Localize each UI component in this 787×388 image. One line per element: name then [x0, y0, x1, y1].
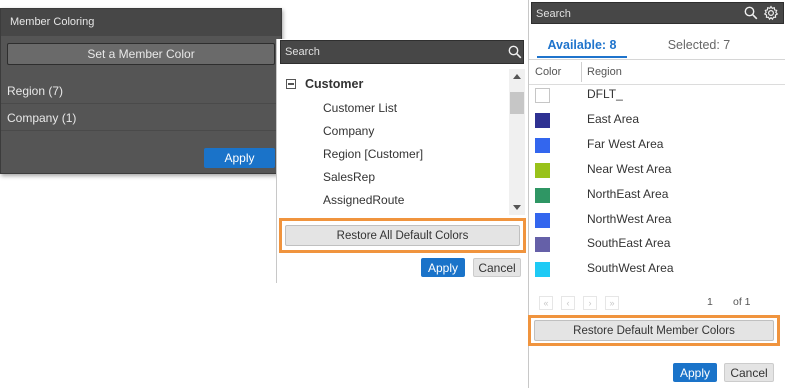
search-input[interactable] — [285, 44, 485, 60]
tree-item-assignedroute[interactable]: AssignedRoute — [323, 193, 404, 211]
search-box — [531, 2, 784, 24]
list-item[interactable]: NorthWest Area — [529, 209, 769, 234]
next-page-icon[interactable]: › — [583, 296, 597, 310]
region-name: Far West Area — [587, 137, 664, 151]
color-swatch[interactable] — [535, 138, 550, 153]
search-icon[interactable] — [744, 6, 758, 20]
color-swatch[interactable] — [535, 113, 550, 128]
tree-item-company[interactable]: Company — [323, 124, 374, 142]
member-coloring-panel: Member Coloring Set a Member Color Regio… — [0, 8, 282, 174]
member-group-region[interactable]: Region (7) — [1, 78, 281, 104]
tab-bar: Available: 8 Selected: 7 — [529, 32, 785, 60]
region-name: SouthWest Area — [587, 261, 674, 275]
color-swatch[interactable] — [535, 213, 550, 228]
tab-available[interactable]: Available: 8 — [537, 36, 627, 58]
apply-button[interactable]: Apply — [673, 363, 717, 382]
region-name: NorthEast Area — [587, 187, 669, 201]
list-item[interactable]: SouthWest Area — [529, 258, 769, 283]
apply-button[interactable]: Apply — [204, 148, 275, 168]
color-swatch[interactable] — [535, 188, 550, 203]
last-page-icon[interactable]: » — [605, 296, 619, 310]
color-swatch[interactable] — [535, 163, 550, 178]
list-item[interactable]: DFLT_ — [529, 84, 769, 109]
tab-selected[interactable]: Selected: 7 — [659, 36, 739, 58]
first-page-icon[interactable]: « — [539, 296, 553, 310]
apply-button[interactable]: Apply — [421, 258, 465, 277]
restore-default-member-colors-button[interactable]: Restore Default Member Colors — [534, 320, 774, 341]
restore-all-highlight: Restore All Default Colors — [279, 218, 526, 253]
background-header-remnant — [300, 27, 500, 31]
list-item[interactable]: Far West Area — [529, 134, 769, 159]
gear-icon[interactable] — [763, 5, 779, 21]
region-name: DFLT_ — [587, 87, 623, 101]
field-picker-panel: Customer Customer List Company Region [C… — [276, 39, 527, 283]
page-count: of 1 — [733, 296, 751, 308]
column-header-color: Color — [535, 66, 562, 78]
collapse-icon[interactable] — [286, 79, 296, 89]
region-name: East Area — [587, 112, 640, 126]
tree-item-region[interactable]: Region [Customer] — [323, 147, 423, 165]
list-item[interactable]: NorthEast Area — [529, 184, 769, 209]
cancel-button[interactable]: Cancel — [724, 363, 774, 382]
restore-all-default-colors-button[interactable]: Restore All Default Colors — [285, 225, 520, 246]
search-icon[interactable] — [508, 45, 522, 59]
list-item[interactable]: East Area — [529, 109, 769, 134]
tree-item-customer-list[interactable]: Customer List — [323, 101, 397, 119]
scroll-thumb[interactable] — [510, 92, 524, 114]
panel-title: Member Coloring — [1, 9, 281, 36]
prev-page-icon[interactable]: ‹ — [561, 296, 575, 310]
member-group-company[interactable]: Company (1) — [1, 105, 281, 131]
color-swatch[interactable] — [535, 88, 550, 103]
scroll-down-icon[interactable] — [513, 205, 521, 210]
pagination: « ‹ › » 1 of 1 — [537, 296, 777, 310]
column-header-region: Region — [587, 66, 622, 78]
page-number[interactable]: 1 — [707, 296, 713, 308]
color-swatch[interactable] — [535, 237, 550, 252]
color-swatch[interactable] — [535, 262, 550, 277]
search-box — [280, 40, 524, 64]
column-divider[interactable] — [581, 62, 582, 82]
list-item[interactable]: SouthEast Area — [529, 233, 769, 258]
cancel-button[interactable]: Cancel — [473, 258, 521, 277]
vertical-scrollbar[interactable] — [509, 69, 525, 215]
set-member-color-button[interactable]: Set a Member Color — [7, 43, 275, 65]
search-input[interactable] — [536, 6, 736, 22]
list-item[interactable]: Near West Area — [529, 159, 769, 184]
region-name: SouthEast Area — [587, 236, 671, 250]
restore-member-highlight: Restore Default Member Colors — [528, 315, 780, 346]
region-name: NorthWest Area — [587, 212, 672, 226]
tree-group-label: Customer — [305, 77, 364, 91]
field-tree: Customer Customer List Company Region [C… — [277, 71, 509, 219]
scroll-up-icon[interactable] — [513, 74, 521, 79]
tree-item-salesrep[interactable]: SalesRep — [323, 170, 375, 188]
member-list-panel: Available: 8 Selected: 7 Color Region DF… — [528, 0, 787, 388]
region-name: Near West Area — [587, 162, 672, 176]
